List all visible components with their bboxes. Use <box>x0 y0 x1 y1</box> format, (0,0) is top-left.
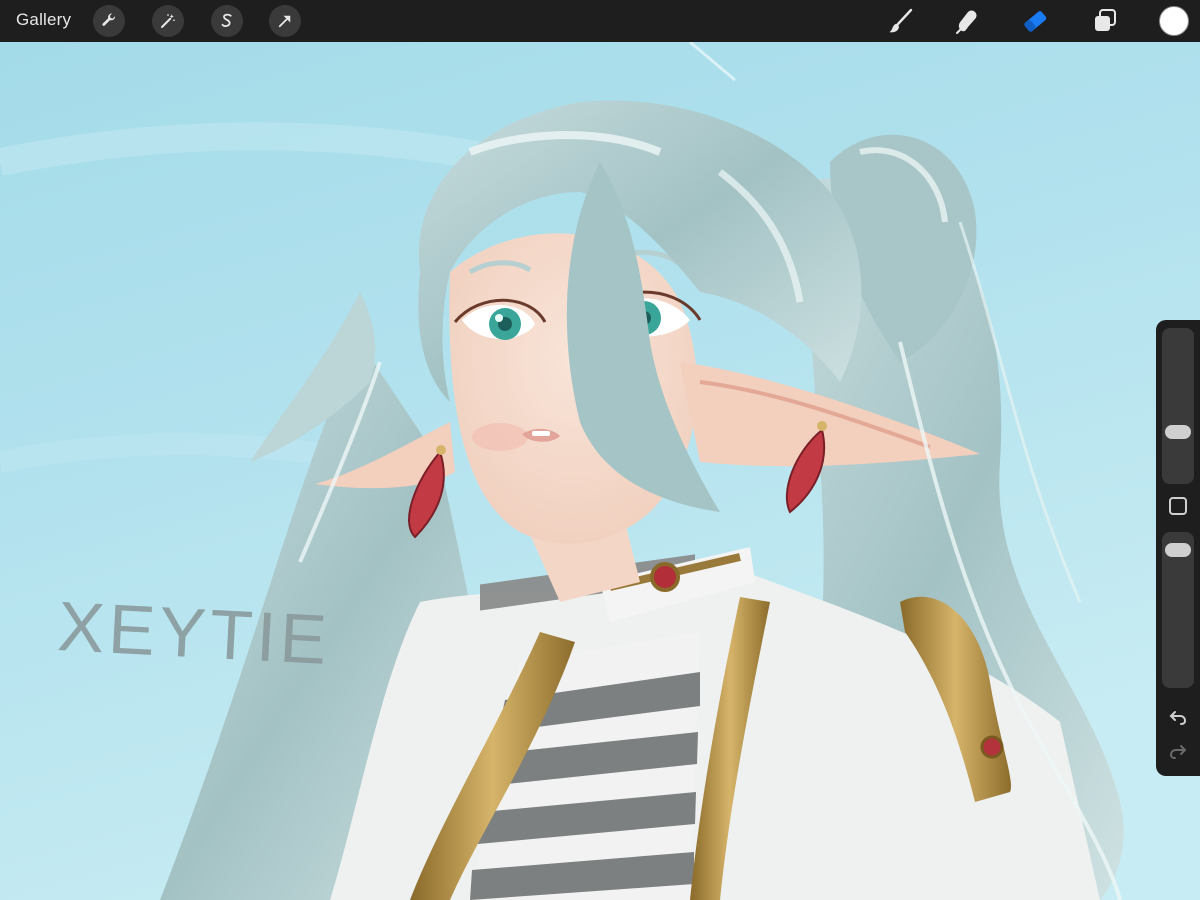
brush-icon <box>889 8 913 33</box>
selection-button[interactable] <box>211 5 243 37</box>
top-toolbar: Gallery <box>0 0 1200 42</box>
transform-button[interactable] <box>269 5 301 37</box>
redo-button[interactable] <box>1166 740 1190 762</box>
undo-icon <box>1169 711 1187 725</box>
smudge-tool[interactable] <box>950 5 984 37</box>
redo-icon <box>1169 745 1187 759</box>
brush-tool[interactable] <box>884 5 918 37</box>
selection-s-icon <box>221 13 232 27</box>
eraser-tool[interactable] <box>1018 5 1052 37</box>
brush-size-slider[interactable] <box>1162 328 1194 484</box>
brush-sliders-panel <box>1156 320 1200 776</box>
modify-button[interactable] <box>1169 497 1187 515</box>
actions-button[interactable] <box>93 5 125 37</box>
layers-icon <box>1095 9 1116 31</box>
transform-arrow-icon <box>278 15 291 28</box>
layers-button[interactable] <box>1088 5 1122 37</box>
wrench-icon <box>102 13 116 26</box>
adjustments-button[interactable] <box>152 5 184 37</box>
color-picker-button[interactable] <box>1159 6 1189 36</box>
undo-button[interactable] <box>1166 706 1190 728</box>
artwork-illustration <box>0 42 1200 900</box>
brush-size-knob[interactable] <box>1165 424 1191 439</box>
smudge-icon <box>956 10 977 34</box>
eraser-icon <box>1024 11 1047 32</box>
watermark-signature: XEYTIE <box>55 586 333 680</box>
magic-wand-icon <box>161 14 175 28</box>
procreate-app: Gallery XEYTIE <box>0 0 1200 900</box>
drawing-canvas[interactable]: XEYTIE <box>0 42 1200 900</box>
opacity-slider[interactable] <box>1162 532 1194 688</box>
opacity-knob[interactable] <box>1165 543 1191 558</box>
gallery-button[interactable]: Gallery <box>16 10 71 30</box>
